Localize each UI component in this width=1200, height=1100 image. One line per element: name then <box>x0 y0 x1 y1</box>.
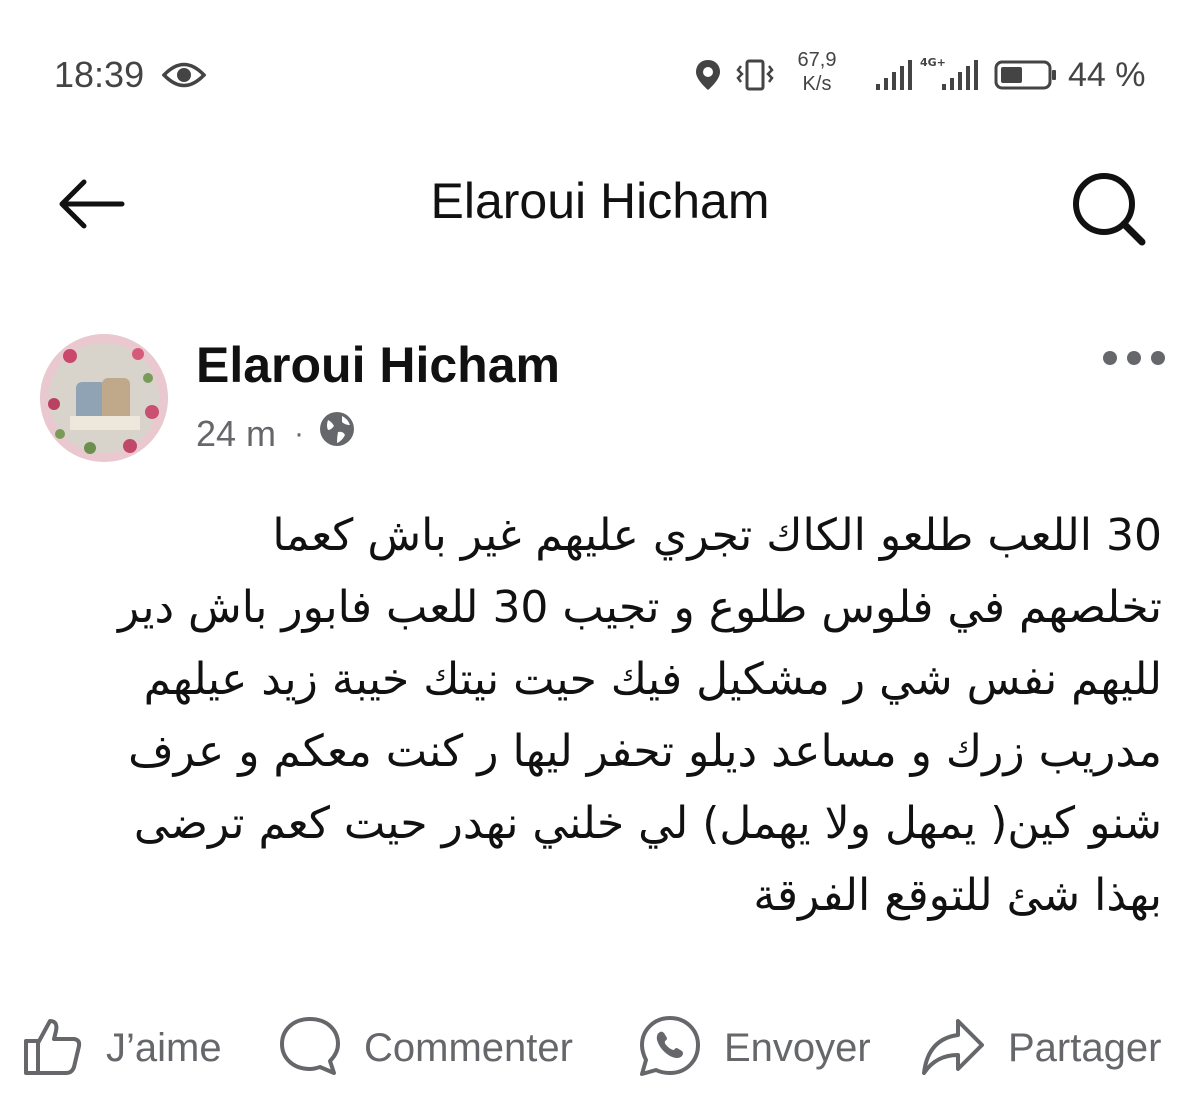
battery-icon <box>994 60 1058 94</box>
comment-button[interactable]: Commenter <box>278 1010 573 1086</box>
location-icon <box>694 58 722 96</box>
send-button[interactable]: Envoyer <box>638 1010 871 1086</box>
back-arrow-icon[interactable] <box>56 176 126 236</box>
meta-separator: · <box>294 416 305 450</box>
send-label: Envoyer <box>724 1025 871 1070</box>
signal-icon <box>874 58 914 96</box>
like-button[interactable]: J’aime <box>22 1010 222 1086</box>
page-title: Elaroui Hicham <box>430 173 770 229</box>
post-action-bar: J’aime Commenter Envoyer Partager <box>0 1010 1200 1086</box>
signal-4g-icon <box>918 58 982 96</box>
share-icon <box>920 1015 986 1081</box>
battery-percent: 44 % <box>1068 56 1146 94</box>
share-label: Partager <box>1008 1025 1162 1070</box>
search-icon[interactable] <box>1068 168 1148 252</box>
post-text-line: مدريب زرك و مساعد ديلو تحفر ليها ر كنت م… <box>128 726 1162 777</box>
eye-icon <box>161 60 207 94</box>
post-meta: 24 m · <box>196 410 356 457</box>
app-header: Elaroui Hicham <box>0 150 1200 260</box>
post-text: 30 اللعب طلعو الكاك تجري عليهم غير باش ك… <box>40 500 1162 932</box>
post-text-line: لليهم نفس شي ر مشكيل فيك حيت نيتك خيبة ز… <box>143 654 1162 705</box>
more-icon[interactable] <box>1100 346 1168 374</box>
comment-icon <box>278 1015 342 1081</box>
share-button[interactable]: Partager <box>920 1010 1161 1086</box>
post-time[interactable]: 24 m <box>196 413 276 455</box>
like-label: J’aime <box>106 1025 222 1070</box>
status-time: 18:39 <box>54 54 145 95</box>
globe-icon <box>318 410 356 457</box>
post-text-line: شنو كين( يمهل ولا يهمل) لي خلني نهدر حيت… <box>133 798 1162 849</box>
speed-unit: K/s <box>802 73 832 95</box>
whatsapp-icon <box>638 1014 702 1082</box>
post-author-name[interactable]: Elaroui Hicham <box>196 336 560 394</box>
speed-value: 67,9 <box>797 49 837 71</box>
post-text-line: تخلصهم في فلوس طلوع و تجيب 30 للعب فابور… <box>117 582 1162 633</box>
thumbs-up-icon <box>22 1015 84 1081</box>
post-text-line: 30 اللعب طلعو الكاك تجري عليهم غير باش ك… <box>272 510 1162 561</box>
network-speed: 67,9 K/s <box>786 48 848 96</box>
comment-label: Commenter <box>364 1025 573 1070</box>
post-text-line: بهذا شئ للتوقع الفرقة <box>753 870 1162 921</box>
author-avatar[interactable] <box>40 334 168 462</box>
status-bar: 18:39 67,9 K/s 4G+ 44 % <box>0 0 1200 150</box>
vibrate-icon <box>734 58 776 96</box>
